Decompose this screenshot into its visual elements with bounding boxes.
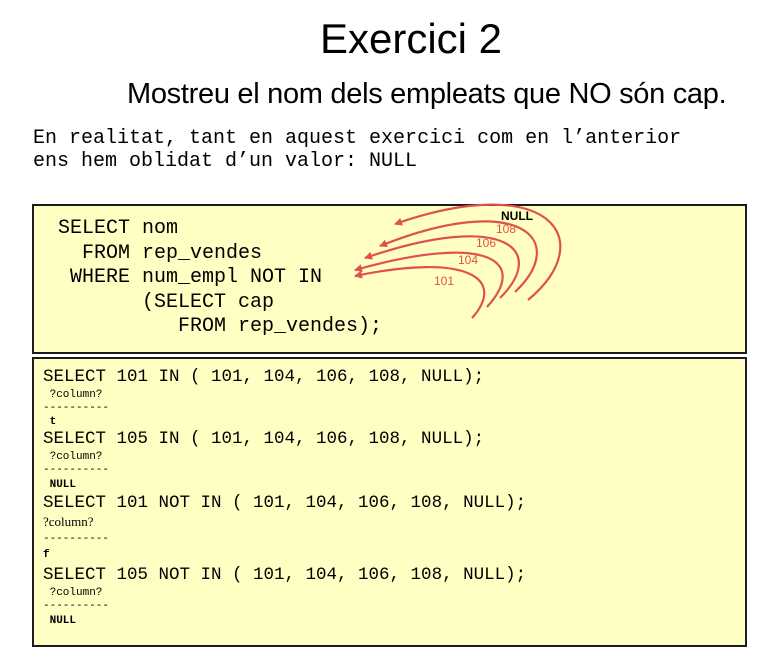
result-1-separator: ----------: [43, 402, 110, 414]
sql-line-3: WHERE num_empl NOT IN: [58, 266, 323, 289]
result-4-column: ?column?: [43, 587, 103, 599]
result-3-column: ?column?: [43, 514, 94, 529]
result-4-separator: ----------: [43, 600, 110, 612]
result-3-query: SELECT 101 NOT IN ( 101, 104, 106, 108, …: [43, 493, 527, 513]
result-2-value: NULL: [43, 479, 77, 491]
result-1-value: t: [43, 416, 57, 428]
result-1-column: ?column?: [43, 389, 103, 401]
intro-line-2: ens hem oblidat d’un valor: NULL: [33, 150, 418, 173]
result-4-query: SELECT 105 NOT IN ( 101, 104, 106, 108, …: [43, 565, 527, 585]
result-2-column: ?column?: [43, 451, 103, 463]
result-3-value: f: [43, 549, 50, 561]
result-3-separator: ----------: [43, 533, 110, 545]
sql-line-1: SELECT nom: [58, 217, 179, 240]
result-2-query: SELECT 105 IN ( 101, 104, 106, 108, NULL…: [43, 429, 485, 449]
sql-line-4: (SELECT cap: [58, 290, 275, 314]
intro-line-1: En realitat, tant en aquest exercici com…: [33, 127, 682, 150]
page-title: Exercici 2: [319, 15, 503, 62]
sql-line-5: FROM rep_vendes);: [58, 315, 383, 338]
result-4-value: NULL: [43, 615, 77, 627]
intro-text: En realitat, tant en aquest exercici com…: [33, 127, 681, 173]
sql-line-2: FROM rep_vendes: [58, 241, 263, 265]
page-subtitle: Mostreu el nom dels empleats que NO són …: [127, 78, 727, 110]
result-2-separator: ----------: [43, 464, 110, 476]
sql-query: SELECT nom FROM rep_vendes WHERE num_emp…: [58, 217, 382, 340]
result-1-query: SELECT 101 IN ( 101, 104, 106, 108, NULL…: [43, 367, 485, 387]
